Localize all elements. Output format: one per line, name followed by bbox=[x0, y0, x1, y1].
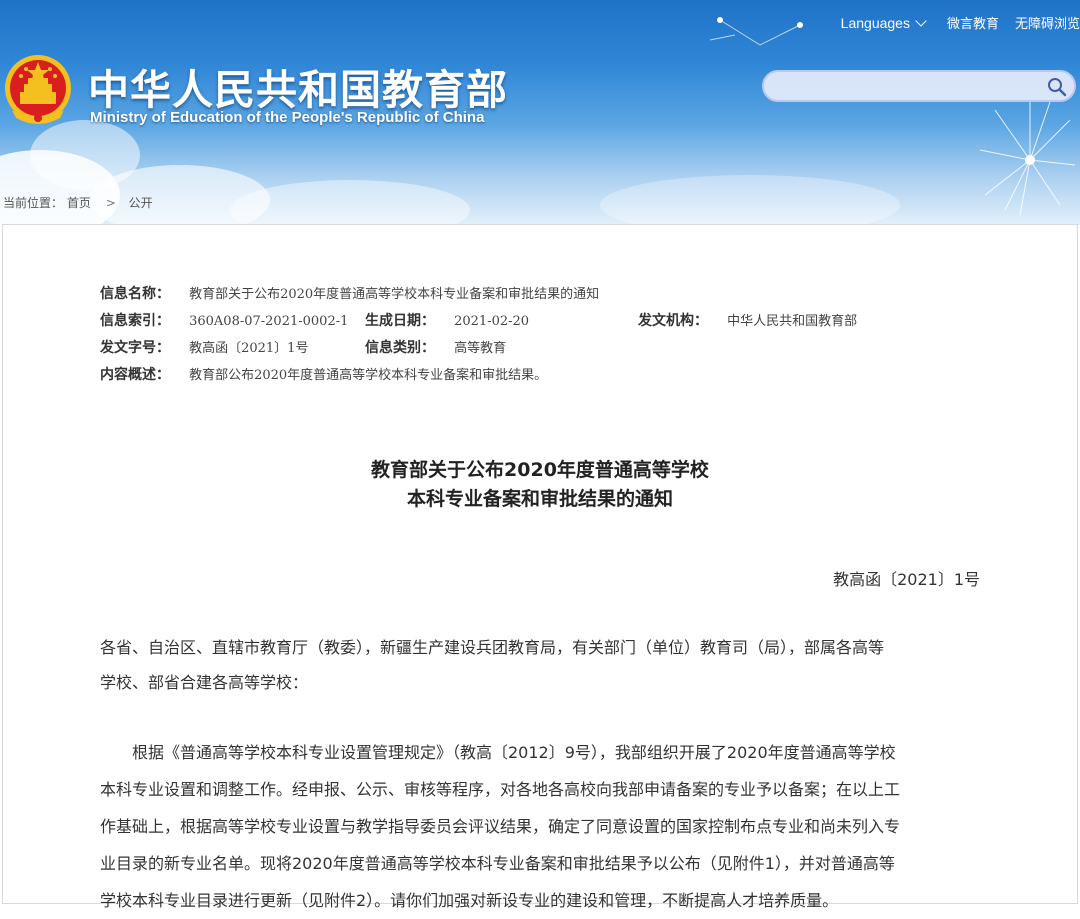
meta-value: 高等教育 bbox=[454, 341, 506, 356]
salutation-line: 学校、部省合建各高等学校： bbox=[100, 665, 980, 700]
site-subtitle: Ministry of Education of the People's Re… bbox=[90, 109, 484, 126]
cloud-decoration bbox=[600, 175, 900, 225]
meta-value: 中华人民共和国教育部 bbox=[727, 314, 857, 329]
meta-row-name: 信息名称： 教育部关于公布2020年度普通高等学校本科专业备案和审批结果的通知 bbox=[100, 283, 599, 303]
weiyan-link[interactable]: 微言教育 bbox=[947, 13, 999, 32]
salutation-line: 各省、自治区、直辖市教育厅（教委），新疆生产建设兵团教育局，有关部门（单位）教育… bbox=[100, 630, 980, 665]
meta-row-date: 生成日期： 2021-02-20 bbox=[365, 310, 529, 330]
dandelion-decoration bbox=[960, 90, 1080, 220]
paragraph-line: 作基础上，根据高等学校专业设置与教学指导委员会评议结果，确定了同意设置的国家控制… bbox=[100, 808, 980, 845]
dandelion-decoration bbox=[700, 5, 820, 65]
languages-label: Languages bbox=[841, 15, 910, 31]
meta-row-summary: 内容概述： 教育部公布2020年度普通高等学校本科专业备案和审批结果。 bbox=[100, 364, 547, 384]
cloud-decoration bbox=[230, 180, 470, 225]
meta-value: 360A08-07-2021-0002-1 bbox=[189, 314, 348, 329]
site-title: 中华人民共和国教育部 bbox=[88, 56, 508, 116]
meta-label: 信息索引： bbox=[100, 313, 170, 329]
paragraph-line: 本科专业设置和调整工作。经申报、公示、审核等程序，对各地各高校向我部申请备案的专… bbox=[100, 771, 980, 808]
meta-value: 教育部关于公布2020年度普通高等学校本科专业备案和审批结果的通知 bbox=[189, 287, 599, 302]
chevron-down-icon bbox=[915, 15, 926, 26]
top-links: Languages 微言教育 无障碍浏览 bbox=[825, 13, 1080, 32]
search-input[interactable] bbox=[774, 76, 1048, 100]
languages-dropdown[interactable]: Languages bbox=[841, 15, 925, 31]
breadcrumb-prefix: 当前位置： bbox=[3, 196, 63, 210]
meta-value: 教高函〔2021〕1号 bbox=[189, 341, 308, 356]
paragraph-line: 学校本科专业目录进行更新（见附件2）。请你们加强对新设专业的建设和管理，不断提高… bbox=[100, 882, 980, 919]
search-box bbox=[762, 70, 1076, 102]
site-header: 中华人民共和国教育部 Ministry of Education of the … bbox=[0, 0, 1080, 225]
meta-label: 发文机构： bbox=[638, 313, 708, 329]
breadcrumb-item-home[interactable]: 首页 bbox=[67, 196, 91, 210]
meta-label: 内容概述： bbox=[100, 367, 170, 383]
meta-value: 2021-02-20 bbox=[454, 314, 529, 329]
document-number: 教高函〔2021〕1号 bbox=[833, 566, 980, 590]
meta-row-docno: 发文字号： 教高函〔2021〕1号 bbox=[100, 337, 308, 357]
meta-row-category: 信息类别： 高等教育 bbox=[365, 337, 506, 357]
national-emblem-icon bbox=[2, 52, 74, 128]
meta-label: 信息名称： bbox=[100, 286, 170, 302]
meta-label: 信息类别： bbox=[365, 340, 435, 356]
meta-value: 教育部公布2020年度普通高等学校本科专业备案和审批结果。 bbox=[189, 368, 547, 383]
meta-row-org: 发文机构： 中华人民共和国教育部 bbox=[638, 310, 857, 330]
article-title-line-2: 本科专业备案和审批结果的通知 bbox=[0, 484, 1080, 511]
breadcrumb-separator-icon: > bbox=[106, 196, 116, 210]
paragraph-line: 根据《普通高等学校本科专业设置管理规定》（教高〔2012〕9号），我部组织开展了… bbox=[100, 734, 980, 771]
paragraph-line: 业目录的新专业名单。现将2020年度普通高等学校本科专业备案和审批结果予以公布（… bbox=[100, 845, 980, 882]
accessible-browse-link[interactable]: 无障碍浏览 bbox=[1015, 13, 1080, 32]
article-paragraph: 根据《普通高等学校本科专业设置管理规定》（教高〔2012〕9号），我部组织开展了… bbox=[100, 734, 980, 919]
meta-row-index: 信息索引： 360A08-07-2021-0002-1 bbox=[100, 310, 348, 330]
article-title-line-1: 教育部关于公布2020年度普通高等学校 bbox=[0, 455, 1080, 482]
search-icon[interactable] bbox=[1046, 76, 1068, 98]
breadcrumb: 当前位置： 首页 > 公开 bbox=[3, 194, 160, 211]
salutation: 各省、自治区、直辖市教育厅（教委），新疆生产建设兵团教育局，有关部门（单位）教育… bbox=[100, 630, 980, 700]
meta-label: 发文字号： bbox=[100, 340, 170, 356]
meta-label: 生成日期： bbox=[365, 313, 435, 329]
breadcrumb-item-public[interactable]: 公开 bbox=[129, 196, 153, 210]
